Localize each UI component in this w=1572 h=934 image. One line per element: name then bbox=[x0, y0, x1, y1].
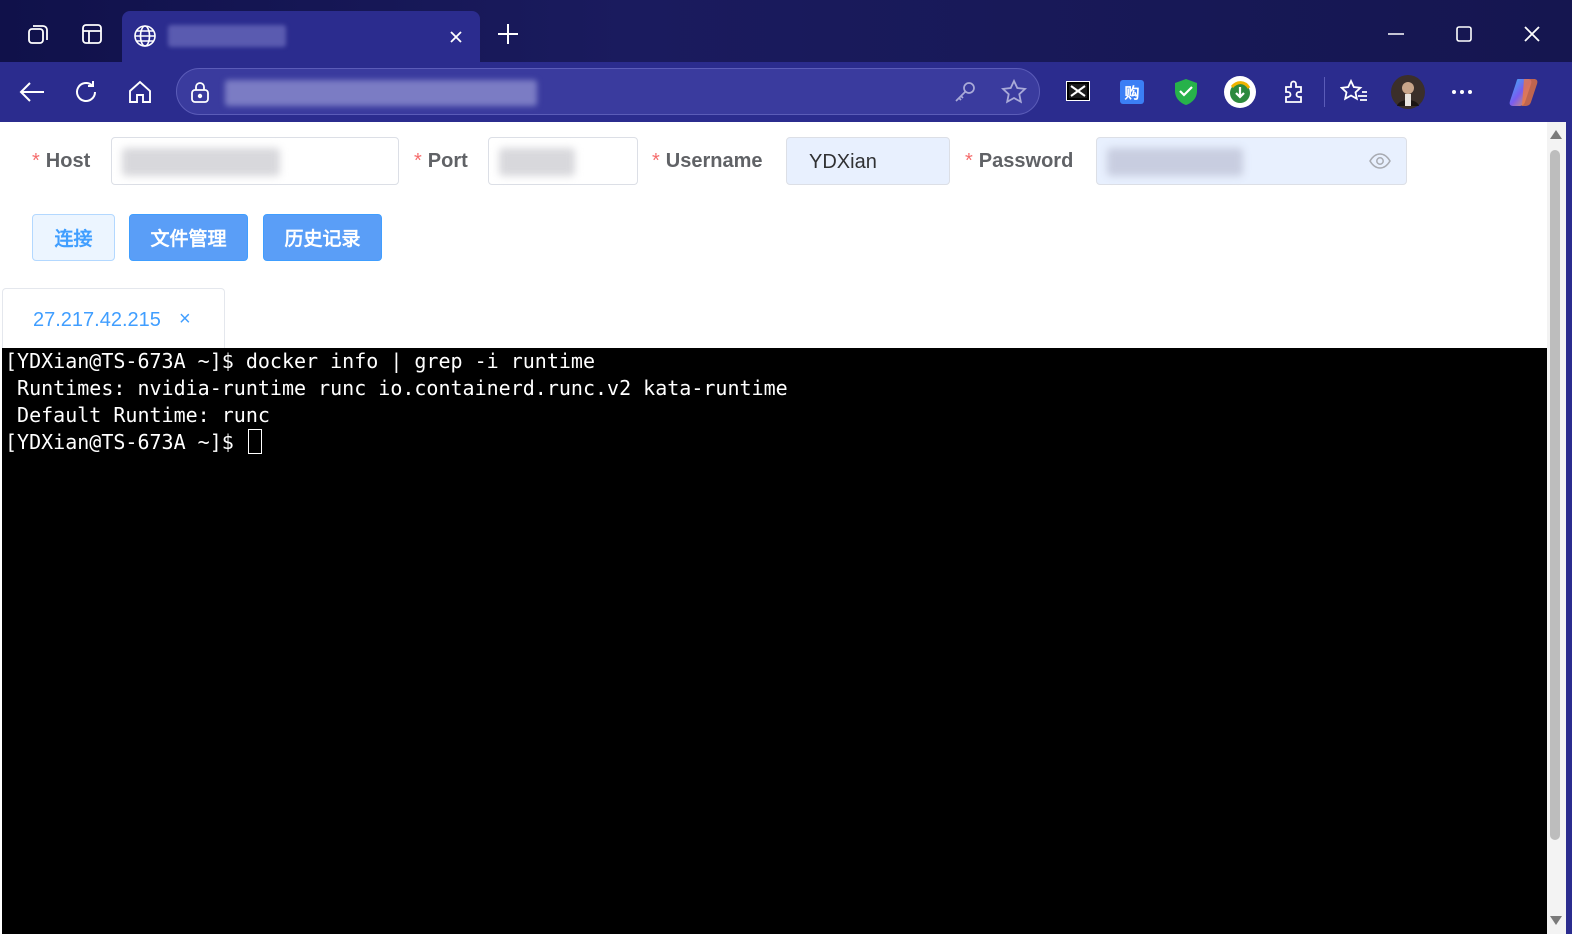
password-label-text: Password bbox=[978, 150, 1074, 172]
session-tab-close-icon[interactable]: × bbox=[179, 308, 191, 331]
eye-icon[interactable] bbox=[1369, 152, 1391, 175]
username-label-text: Username bbox=[665, 150, 763, 172]
history-button[interactable]: 历史记录 bbox=[263, 214, 382, 261]
idm-extension-icon[interactable] bbox=[1222, 74, 1258, 110]
browser-titlebar bbox=[0, 0, 1572, 62]
screenshot-extension-icon[interactable] bbox=[1060, 74, 1096, 110]
terminal-line: Runtimes: nvidia-runtime runc io.contain… bbox=[5, 376, 788, 400]
extensions-puzzle-icon[interactable] bbox=[1276, 74, 1312, 110]
required-mark: * bbox=[414, 150, 422, 172]
home-icon[interactable] bbox=[122, 74, 158, 110]
password-value-redacted bbox=[1107, 148, 1243, 176]
host-value-redacted bbox=[122, 148, 280, 176]
scroll-down-arrow[interactable] bbox=[1550, 916, 1562, 925]
workspaces-icon[interactable] bbox=[20, 16, 56, 52]
username-label: * Username bbox=[652, 150, 763, 173]
file-manager-button[interactable]: 文件管理 bbox=[129, 214, 248, 261]
tab-title bbox=[168, 25, 286, 47]
key-icon[interactable] bbox=[953, 80, 977, 109]
connect-button[interactable]: 连接 bbox=[32, 214, 115, 261]
profile-avatar[interactable] bbox=[1390, 74, 1426, 110]
browser-tab-active[interactable] bbox=[122, 11, 480, 62]
address-bar[interactable] bbox=[176, 68, 1040, 115]
lock-icon[interactable] bbox=[189, 80, 211, 109]
globe-icon bbox=[132, 23, 158, 54]
vertical-tabs-icon[interactable] bbox=[74, 16, 110, 52]
host-label: * Host bbox=[32, 150, 90, 173]
port-value-redacted bbox=[499, 148, 575, 176]
session-tab-label: 27.217.42.215 bbox=[33, 309, 161, 331]
terminal-prompt: [YDXian@TS-673A ~]$ bbox=[5, 430, 246, 454]
maximize-icon[interactable] bbox=[1446, 16, 1482, 52]
url-text bbox=[225, 80, 537, 106]
username-value: YDXian bbox=[809, 151, 877, 173]
terminal-cursor bbox=[247, 429, 262, 454]
toolbar-divider bbox=[1324, 77, 1325, 107]
tab-close-button[interactable] bbox=[444, 25, 468, 49]
password-label: * Password bbox=[965, 150, 1073, 173]
close-window-icon[interactable] bbox=[1514, 16, 1550, 52]
favorite-star-icon[interactable] bbox=[1000, 78, 1028, 110]
host-label-text: Host bbox=[45, 150, 91, 172]
scroll-thumb[interactable] bbox=[1550, 150, 1560, 840]
browser-toolbar: 购 bbox=[0, 62, 1572, 122]
page-scrollbar[interactable] bbox=[1547, 122, 1566, 934]
favorites-icon[interactable] bbox=[1336, 74, 1372, 110]
port-label: * Port bbox=[414, 150, 468, 173]
refresh-icon[interactable] bbox=[68, 74, 104, 110]
terminal-line: [YDXian@TS-673A ~]$ docker info | grep -… bbox=[5, 349, 596, 373]
terminal[interactable]: [YDXian@TS-673A ~]$ docker info | grep -… bbox=[2, 348, 1547, 934]
web-page: * Host * Port * Username YDXian * Password 连… bbox=[2, 122, 1547, 934]
port-label-text: Port bbox=[427, 150, 468, 172]
copilot-icon[interactable] bbox=[1508, 74, 1544, 110]
required-mark: * bbox=[965, 150, 973, 172]
shield-extension-icon[interactable] bbox=[1168, 74, 1204, 110]
session-tab[interactable]: 27.217.42.215 × bbox=[2, 288, 225, 348]
port-input[interactable] bbox=[488, 137, 638, 185]
scroll-up-arrow[interactable] bbox=[1550, 130, 1562, 139]
back-icon[interactable] bbox=[14, 74, 50, 110]
terminal-line: Default Runtime: runc bbox=[5, 403, 270, 427]
svg-text:购: 购 bbox=[1124, 84, 1139, 102]
password-input[interactable] bbox=[1096, 137, 1407, 185]
host-input[interactable] bbox=[111, 137, 399, 185]
required-mark: * bbox=[652, 150, 660, 172]
new-tab-button[interactable] bbox=[490, 16, 526, 52]
window-border bbox=[1566, 62, 1572, 934]
more-menu-icon[interactable] bbox=[1444, 74, 1480, 110]
terminal-prompt-line: [YDXian@TS-673A ~]$ bbox=[5, 429, 1547, 456]
shopping-extension-icon[interactable]: 购 bbox=[1114, 74, 1150, 110]
minimize-icon[interactable] bbox=[1378, 16, 1414, 52]
required-mark: * bbox=[32, 150, 40, 172]
username-input[interactable]: YDXian bbox=[786, 137, 950, 185]
